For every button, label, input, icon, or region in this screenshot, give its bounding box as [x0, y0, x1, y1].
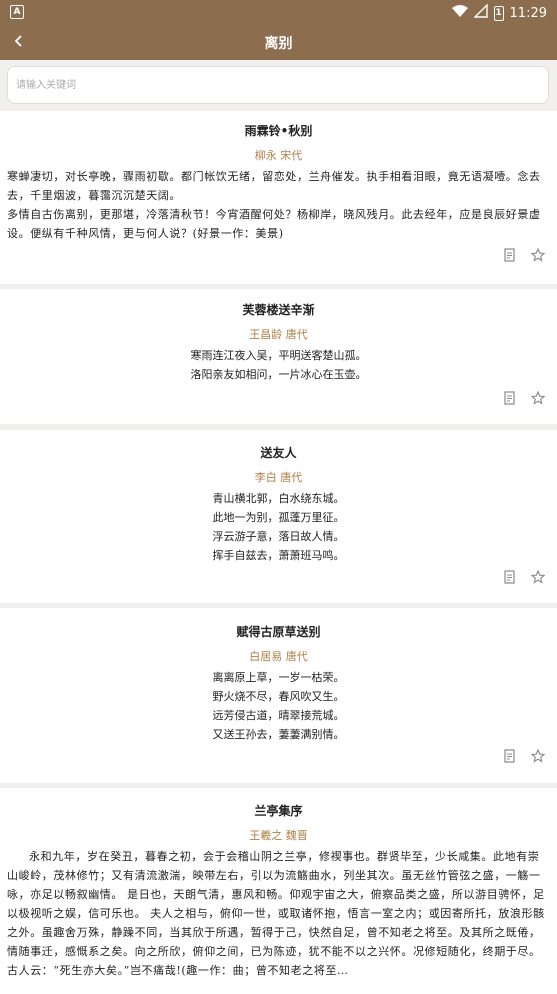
poem-card[interactable]: 芙蓉楼送辛渐 王昌龄 唐代 寒雨连江夜入吴，平明送客楚山孤。 洛阳亲友如相问，一… — [0, 289, 557, 424]
battery-icon: 1 — [493, 5, 504, 21]
poem-line: 又送王孙去，萋萋满别情。 — [212, 728, 345, 741]
poem-line: 洛阳亲友如相问，一片冰心在玉壶。 — [190, 368, 367, 381]
poem-line: 挥手自兹去，萧萧班马鸣。 — [212, 549, 345, 562]
copy-icon[interactable] — [503, 748, 517, 763]
poem-body: 寒雨连江夜入吴，平明送客楚山孤。 洛阳亲友如相问，一片冰心在玉壶。 — [0, 346, 557, 384]
poem-card[interactable]: 兰亭集序 王羲之 魏晋 永和九年，岁在癸丑，暮春之初，会于会稽山阴之兰亭，修禊事… — [0, 788, 557, 994]
poem-card[interactable]: 赋得古原草送别 白居易 唐代 离离原上草，一岁一枯荣。 野火烧不尽，春风吹又生。… — [0, 608, 557, 783]
star-icon[interactable] — [530, 748, 546, 763]
clock: 11:29 — [509, 5, 547, 21]
poem-body: 离离原上草，一岁一枯荣。 野火烧不尽，春风吹又生。 远芳侵古道，晴翠接荒城。 又… — [0, 668, 557, 744]
poem-author: 柳永 宋代 — [254, 149, 303, 162]
poem-actions — [503, 569, 546, 584]
poem-actions — [503, 390, 546, 405]
poem-author: 王羲之 魏晋 — [249, 829, 308, 842]
poem-author: 白居易 唐代 — [249, 650, 308, 663]
poem-author: 李白 唐代 — [254, 471, 303, 484]
copy-icon[interactable] — [503, 569, 517, 584]
poem-line: 远芳侵古道，晴翠接荒城。 — [212, 709, 345, 722]
poem-line: 寒蝉凄切，对长亭晚，骤雨初歇。都门帐饮无绪，留恋处，兰舟催发。执手相看泪眼，竟无… — [7, 170, 541, 202]
poem-title: 雨霖铃•秋别 — [244, 124, 313, 138]
app-notification-icon: A — [10, 5, 24, 19]
poem-body: 青山横北郭，白水绕东城。 此地一为别，孤蓬万里征。 浮云游子意，落日故人情。 挥… — [0, 489, 557, 565]
poem-card[interactable]: 送友人 李白 唐代 青山横北郭，白水绕东城。 此地一为别，孤蓬万里征。 浮云游子… — [0, 430, 557, 603]
status-bar: A 1 11:29 — [0, 0, 557, 24]
poem-line: 此地一为别，孤蓬万里征。 — [212, 511, 345, 524]
app-bar: 离别 — [0, 24, 557, 60]
poem-line: 青山横北郭，白水绕东城。 — [212, 492, 345, 505]
poem-line: 浮云游子意，落日故人情。 — [212, 530, 345, 543]
poem-body: 永和九年，岁在癸丑，暮春之初，会于会稽山阴之兰亭，修禊事也。群贤毕至，少长咸集。… — [0, 847, 557, 980]
poem-line: 野火烧不尽，春风吹又生。 — [212, 690, 345, 703]
star-icon[interactable] — [530, 390, 546, 405]
wifi-icon — [451, 4, 468, 22]
poem-card[interactable]: 雨霖铃•秋别 柳永 宋代 寒蝉凄切，对长亭晚，骤雨初歇。都门帐饮无绪，留恋处，兰… — [0, 111, 557, 284]
poem-actions — [503, 748, 546, 763]
poem-title: 送友人 — [260, 446, 297, 460]
search-box[interactable] — [7, 66, 549, 104]
poem-line: 寒雨连江夜入吴，平明送客楚山孤。 — [190, 349, 367, 362]
star-icon[interactable] — [530, 569, 546, 584]
poem-line: 多情自古伤离别，更那堪，冷落清秋节！今宵酒醒何处？杨柳岸，晓风残月。此去经年，应… — [7, 208, 541, 240]
poem-author: 王昌龄 唐代 — [249, 328, 308, 341]
poem-title: 芙蓉楼送辛渐 — [242, 303, 315, 317]
signal-icon — [472, 3, 488, 22]
page-title: 离别 — [264, 36, 293, 52]
poem-line: 永和九年，岁在癸丑，暮春之初，会于会稽山阴之兰亭，修禊事也。群贤毕至，少长咸集。… — [7, 850, 545, 977]
copy-icon[interactable] — [503, 390, 517, 405]
poem-body: 寒蝉凄切，对长亭晚，骤雨初歇。都门帐饮无绪，留恋处，兰舟催发。执手相看泪眼，竟无… — [0, 167, 557, 243]
poem-actions — [503, 247, 546, 262]
battery-level: 1 — [495, 7, 502, 18]
poem-title: 赋得古原草送别 — [236, 625, 321, 639]
search-input[interactable] — [8, 67, 548, 103]
poem-line: 离离原上草，一岁一枯荣。 — [212, 671, 345, 684]
poem-title: 兰亭集序 — [254, 804, 303, 818]
star-icon[interactable] — [530, 247, 546, 262]
copy-icon[interactable] — [503, 247, 517, 262]
